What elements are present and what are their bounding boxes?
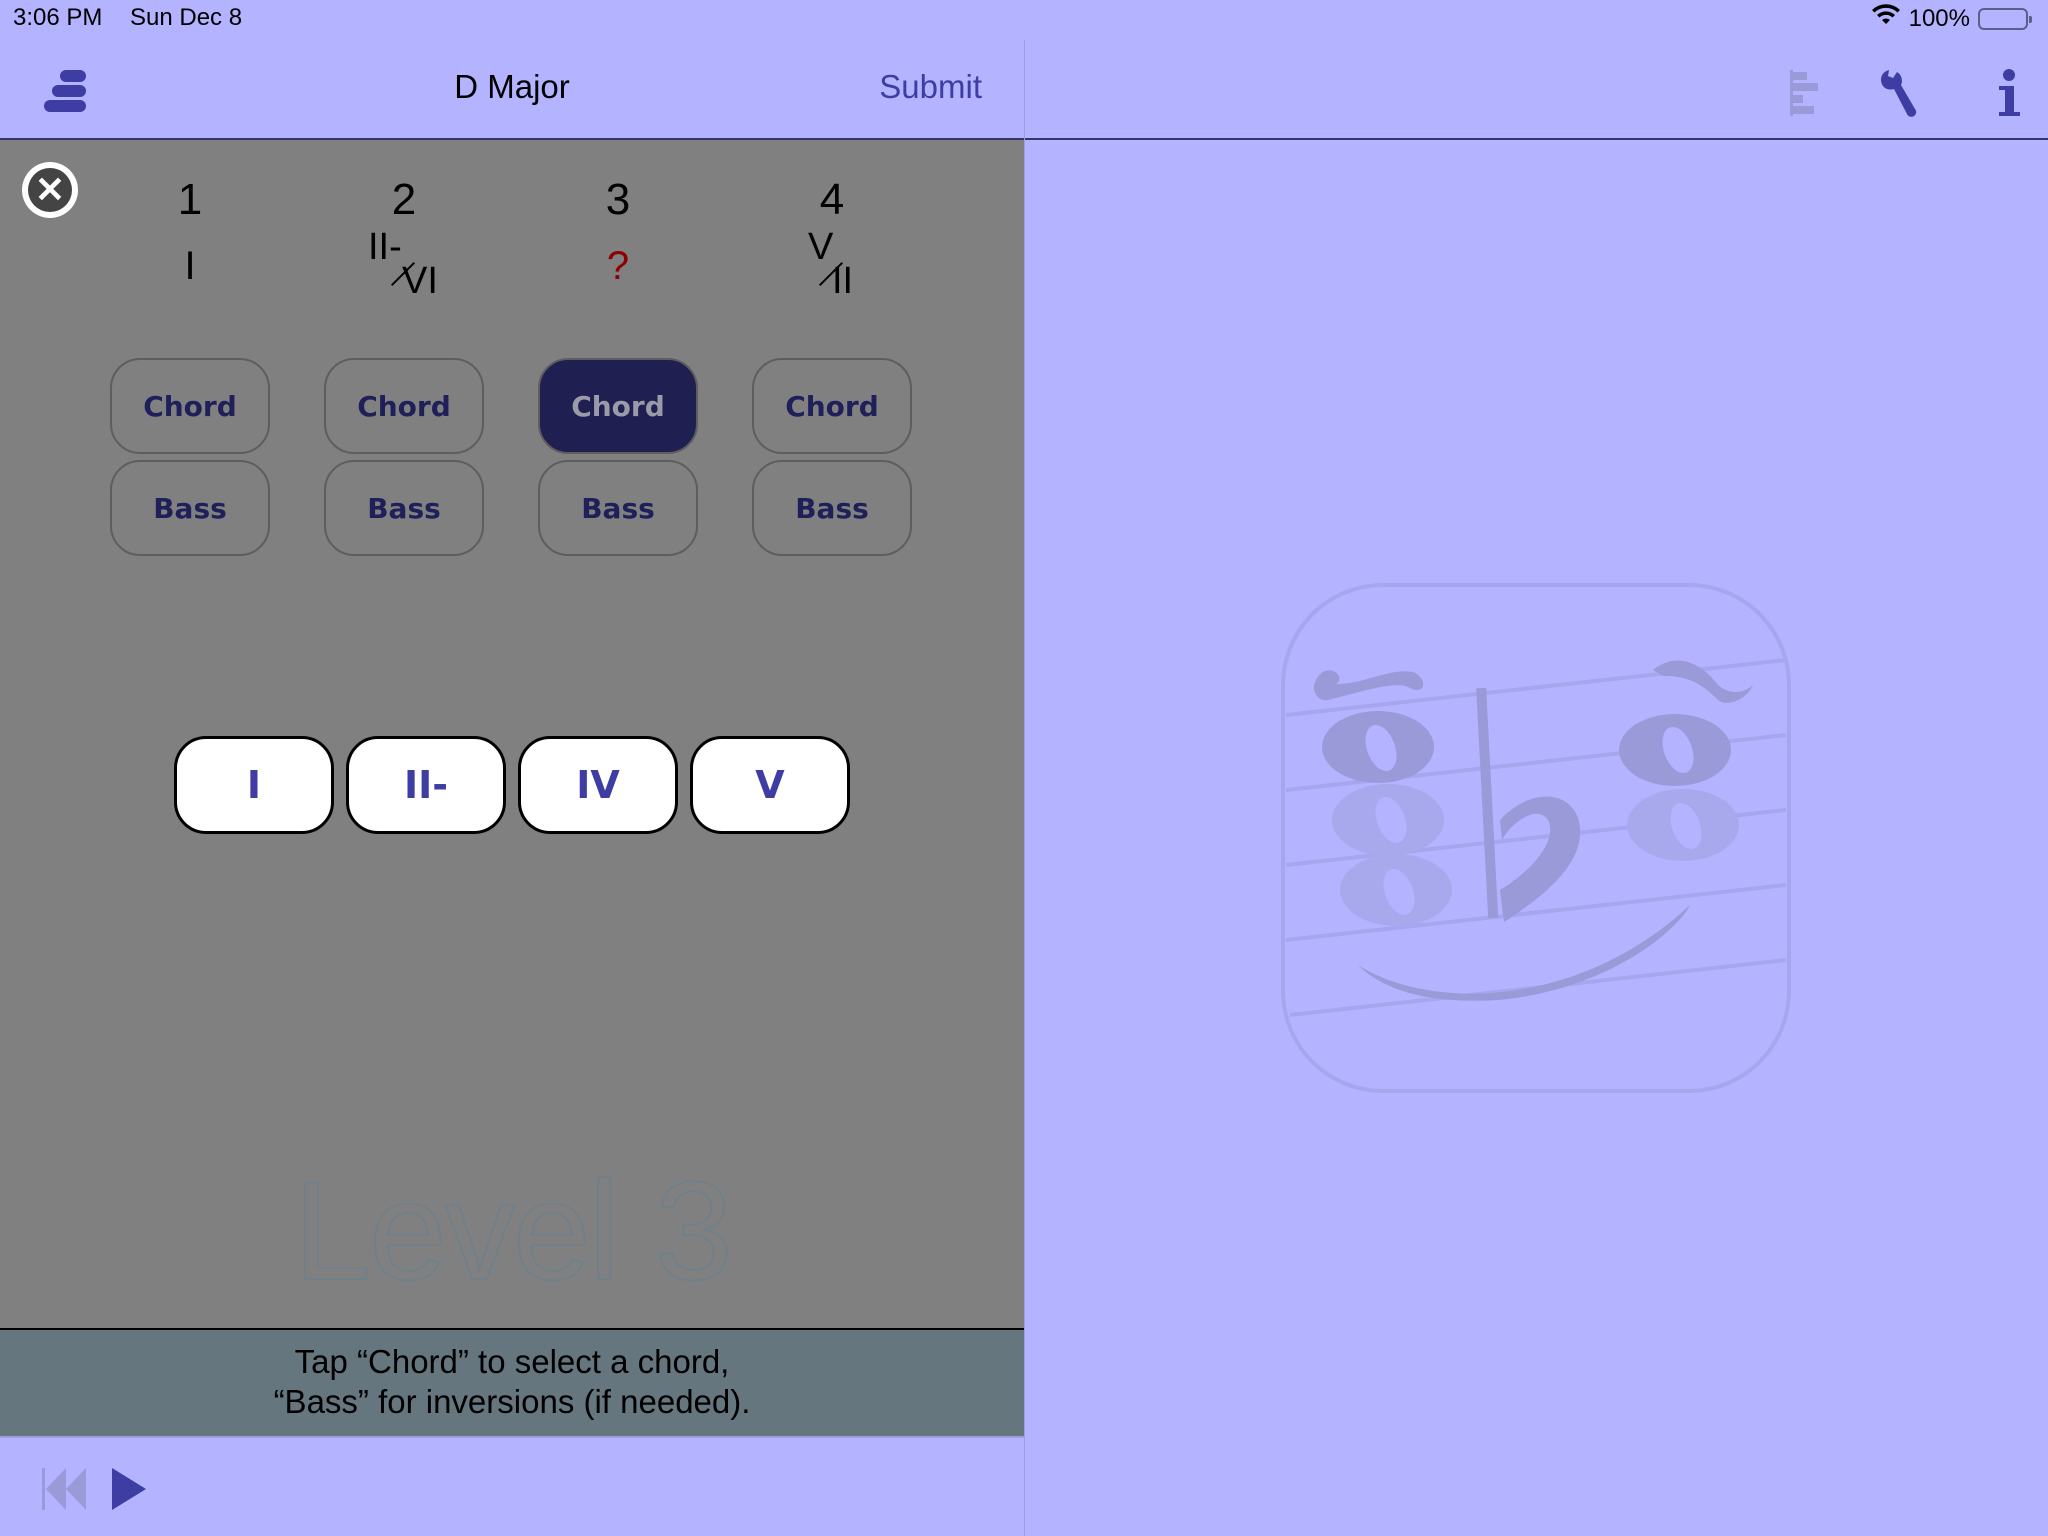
chord-label: ? [538,230,698,310]
choice-button-IV[interactable]: IV [518,736,678,834]
choice-button-I[interactable]: I [174,736,334,834]
hint-line-2: “Bass” for inversions (if needed). [273,1383,751,1420]
measure-number: 2 [391,175,417,224]
info-icon[interactable] [1985,68,2035,120]
submit-button[interactable]: Submit [879,68,982,106]
exercise-workarea: ✕ 1 I Chord Bass 2 II- VI Chord Bass 3 ? [0,140,1024,1328]
right-navbar [1025,40,2048,140]
measure-column-2: 2 II- VI Chord Bass [324,170,484,556]
close-circle-icon[interactable]: ✕ [22,162,78,218]
hint-line-1: Tap “Chord” to select a chord, [294,1343,730,1380]
measure-number: 4 [819,175,845,224]
chord-label: I [184,244,196,288]
measure-column-4: 4 V II Chord Bass [752,170,912,556]
chord-choice-row: I II- IV V [174,736,850,834]
measure-number: 3 [605,175,631,224]
split-divider[interactable] [1024,40,1025,1536]
chord-button[interactable]: Chord [110,358,270,454]
chord-label: II- VI [324,226,484,310]
play-icon[interactable] [112,1468,146,1510]
chord-label: V II [752,226,912,310]
battery-percent: 100% [1908,4,1970,32]
playback-bar [0,1436,1024,1536]
exercise-pane: D Major Submit ✕ 1 I Chord Bass 2 II- VI… [0,0,1024,1536]
bass-button[interactable]: Bass [752,460,912,556]
chord-denominator: II [832,260,854,302]
status-right: 100% [1871,4,2032,33]
measure-column-1: 1 I Chord Bass [110,170,270,556]
level-watermark: Level 3 [292,1151,733,1310]
app-logo-watermark [1278,580,1794,1096]
chord-button[interactable]: Chord [324,358,484,454]
chord-button[interactable]: Chord [752,358,912,454]
bass-button[interactable]: Bass [324,460,484,556]
key-title: D Major [454,68,570,105]
bass-button[interactable]: Bass [538,460,698,556]
choice-button-V[interactable]: V [690,736,850,834]
chord-numerator: V [808,226,834,268]
choice-button-II-minor[interactable]: II- [346,736,506,834]
chord-denominator: VI [402,260,438,302]
wrench-icon[interactable] [1875,68,1925,120]
bar-chart-icon[interactable] [1782,68,1832,120]
measure-column-3: 3 ? Chord Bass [538,170,698,556]
battery-icon [1978,7,2032,30]
chord-numerator: II- [368,226,402,268]
rewind-to-start-icon[interactable] [40,1468,88,1510]
chord-button-active[interactable]: Chord [538,358,698,454]
hint-bar: Tap “Chord” to select a chord, “Bass” fo… [0,1328,1024,1436]
left-navbar: D Major Submit [0,40,1024,140]
wifi-icon [1871,4,1901,33]
measure-number: 1 [177,175,203,224]
bass-button[interactable]: Bass [110,460,270,556]
unknown-chord-mark: ? [606,244,630,288]
